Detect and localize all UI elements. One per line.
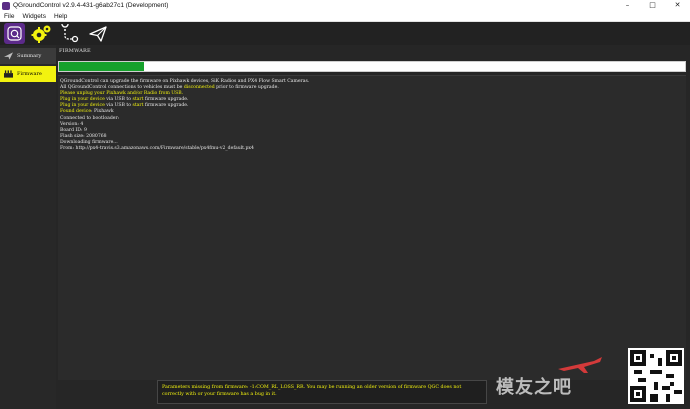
- window-title: QGroundControl v2.9.4-431-g6ab27c1 (Deve…: [13, 2, 169, 9]
- setup-sidebar: Summary Firmware: [0, 45, 56, 409]
- qgc-logo-icon: [7, 26, 22, 41]
- site-watermark: 模友之吧: [496, 355, 626, 409]
- warning-text: correctly with or your firmware has a bu…: [162, 392, 277, 397]
- plan-route-icon: [61, 23, 79, 42]
- log-text: prior to firmware upgrade.: [214, 85, 279, 91]
- qgc-logo-button[interactable]: [4, 23, 25, 44]
- menu-bar: File Widgets Help: [0, 11, 690, 22]
- parameter-warning-message[interactable]: Parameters missing from firmware: -1:COM…: [157, 380, 487, 404]
- firmware-icon: [4, 70, 13, 78]
- log-highlight: Plug in your device: [60, 97, 105, 103]
- log-highlight: disconnected: [183, 85, 215, 91]
- plane-icon: [4, 52, 13, 60]
- watermark-text: 模友之吧: [496, 377, 572, 398]
- gear-icon: [31, 25, 51, 43]
- warning-text: Parameters missing from firmware: -1:COM…: [162, 385, 462, 390]
- log-highlight: Plug in your device: [60, 103, 105, 109]
- firmware-log: QGroundControl can upgrade the firmware …: [58, 75, 686, 380]
- airplane-logo-icon: [558, 357, 602, 373]
- log-highlight: start: [132, 97, 144, 103]
- sidebar-item-label: Firmware: [17, 71, 42, 77]
- app-icon: [2, 1, 10, 10]
- log-highlight: Found device: [60, 109, 92, 115]
- minimize-button[interactable]: –: [615, 0, 640, 11]
- menu-widgets[interactable]: Widgets: [22, 13, 45, 20]
- sidebar-item-firmware[interactable]: Firmware: [0, 66, 56, 82]
- progress-fill: [59, 62, 144, 71]
- close-button[interactable]: ✕: [665, 0, 690, 11]
- log-highlight: start: [132, 103, 144, 109]
- setup-button[interactable]: [31, 23, 53, 45]
- menu-help[interactable]: Help: [54, 13, 67, 20]
- paper-plane-icon: [89, 25, 107, 42]
- menu-file[interactable]: File: [4, 13, 14, 20]
- log-text: via USB to: [104, 103, 133, 109]
- log-text: : Pixhawk: [91, 109, 114, 115]
- qr-code-icon: [630, 350, 682, 402]
- page-title: FIRMWARE: [59, 48, 91, 54]
- maximize-button[interactable]: □: [640, 0, 665, 11]
- qr-code: [628, 348, 684, 404]
- main-toolbar: [0, 22, 690, 45]
- window-titlebar: QGroundControl v2.9.4-431-g6ab27c1 (Deve…: [0, 0, 690, 11]
- plan-button[interactable]: [59, 23, 81, 45]
- log-line: From: http://px4-travis.s3.amazonaws.com…: [60, 146, 254, 152]
- upgrade-progress-bar: [58, 61, 686, 72]
- fly-button[interactable]: [87, 23, 109, 45]
- log-text: All QGroundControl connections to vehicl…: [60, 85, 184, 91]
- sidebar-item-summary[interactable]: Summary: [0, 48, 56, 64]
- log-text: firmware upgrade.: [143, 103, 189, 109]
- window-controls: – □ ✕: [615, 0, 690, 11]
- log-text: firmware upgrade.: [143, 97, 189, 103]
- log-text: via USB to: [104, 97, 133, 103]
- sidebar-item-label: Summary: [17, 53, 42, 59]
